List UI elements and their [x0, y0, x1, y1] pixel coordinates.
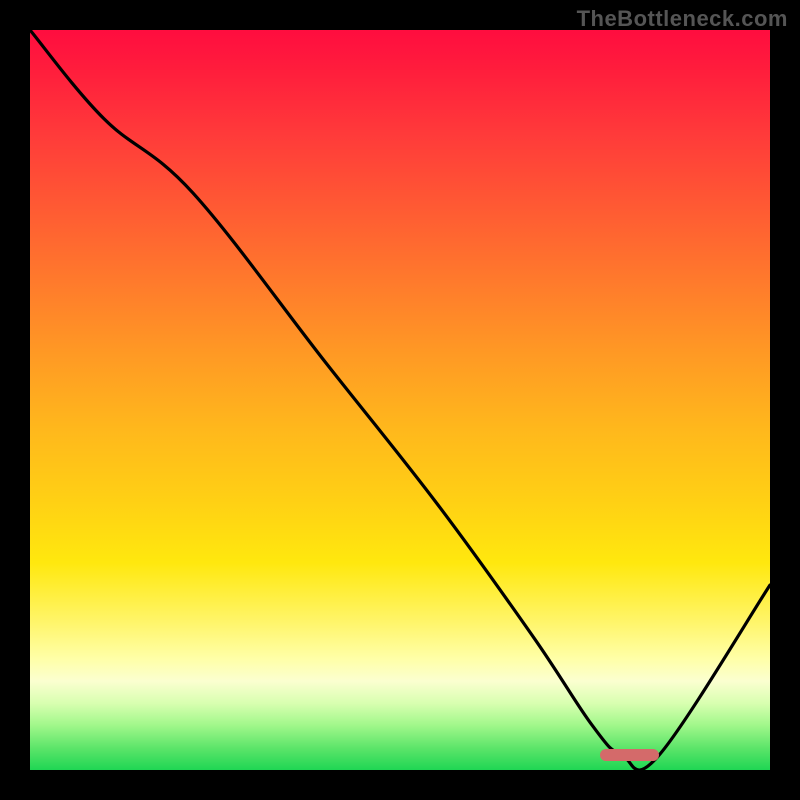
watermark-text: TheBottleneck.com — [577, 6, 788, 32]
chart-frame: TheBottleneck.com — [0, 0, 800, 800]
optimal-range-marker — [600, 749, 659, 761]
bottleneck-curve — [30, 30, 770, 770]
plot-area — [30, 30, 770, 770]
